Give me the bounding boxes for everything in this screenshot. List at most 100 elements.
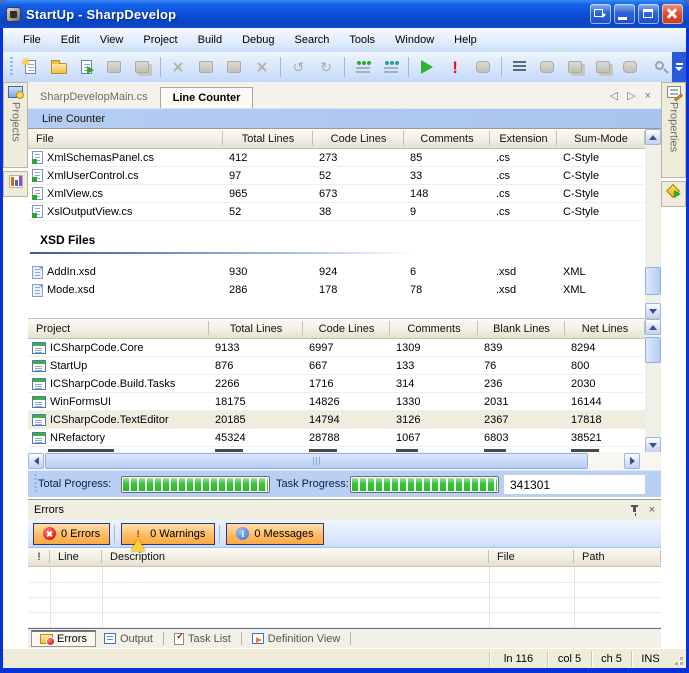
project-icon	[32, 378, 46, 390]
warnings-filter-button[interactable]: ! 0 Warnings	[121, 523, 215, 545]
col-blank-lines[interactable]: Blank Lines	[478, 323, 565, 335]
scroll-up-button[interactable]	[645, 319, 661, 335]
menu-edit[interactable]: Edit	[51, 30, 90, 50]
table-row[interactable]: XmlView.cs 965 673 148 .cs C-Style	[28, 185, 645, 203]
col-extension[interactable]: Extension	[490, 133, 557, 145]
xsd-files-section-header: XSD Files	[28, 233, 661, 249]
toolbar-separator	[344, 57, 345, 77]
tab-line-counter[interactable]: Line Counter	[160, 87, 254, 108]
close-button[interactable]	[662, 4, 683, 24]
col-code-lines[interactable]: Code Lines	[313, 133, 404, 145]
tab-errors[interactable]: Errors	[31, 630, 96, 647]
menu-build[interactable]: Build	[188, 30, 232, 50]
table-row[interactable]: Mode.xsd 286 178 78 .xsd XML	[28, 281, 645, 299]
menu-tools[interactable]: Tools	[339, 30, 385, 50]
line-numbers-button[interactable]	[509, 56, 531, 78]
pin-icon[interactable]	[630, 505, 639, 516]
xsd-file-icon	[32, 266, 43, 279]
projects-table-panel: Project Total Lines Code Lines Comments …	[28, 318, 661, 452]
toolbar-overflow-button[interactable]	[672, 52, 686, 82]
minimize-button[interactable]	[614, 4, 635, 24]
refresh-document-button[interactable]	[75, 56, 97, 78]
run-button[interactable]	[416, 56, 438, 78]
run-icon	[421, 60, 433, 74]
col-severity[interactable]: !	[28, 551, 50, 563]
uncomment-region-button[interactable]	[380, 56, 402, 78]
table-row-selected[interactable]: ICSharpCode.TextEditor 20185 14794 3126 …	[28, 411, 645, 429]
scroll-thumb[interactable]	[645, 337, 661, 363]
tool-button-disabled-3	[592, 56, 614, 78]
tab-scroll-right-icon[interactable]: ▷	[627, 89, 635, 102]
table-row[interactable]: NRefactory 45324 28788 1067 6803 38521	[28, 429, 645, 447]
col-comments[interactable]: Comments	[390, 323, 478, 335]
tab-scroll-left-icon[interactable]: ◁	[610, 89, 618, 102]
tool-button-disabled-4	[620, 56, 642, 78]
panel-close-icon[interactable]: ×	[649, 504, 655, 516]
open-file-button[interactable]	[48, 56, 70, 78]
menu-project[interactable]: Project	[133, 30, 187, 50]
errors-filter-button[interactable]: 0 Errors	[33, 523, 110, 545]
table-row[interactable]: XmlUserControl.cs 97 52 33 .cs C-Style	[28, 167, 645, 185]
col-net-lines[interactable]: Net Lines	[565, 323, 645, 335]
table-row[interactable]: StartUp 876 667 133 76 800	[28, 357, 645, 375]
sidebar-tab-classes[interactable]	[3, 171, 28, 197]
scroll-thumb[interactable]	[45, 453, 588, 469]
table-row[interactable]: AddIn.xsd 930 924 6 .xsd XML	[28, 263, 645, 281]
table-row[interactable]: ICSharpCode.Build.Tasks 2266 1716 314 23…	[28, 375, 645, 393]
tab-task-list[interactable]: ✓ Task List	[166, 631, 239, 647]
scroll-down-button[interactable]	[645, 303, 661, 318]
tab-close-icon[interactable]: ×	[645, 90, 651, 102]
scroll-thumb[interactable]	[645, 267, 661, 295]
col-file[interactable]: File	[28, 133, 223, 145]
col-sum-mode[interactable]: Sum-Mode	[557, 133, 645, 145]
messages-filter-button[interactable]: i 0 Messages	[226, 523, 323, 545]
tab-definition-view[interactable]: Definition View	[244, 631, 349, 647]
tab-sharpdevelopmain[interactable]: SharpDevelopMain.cs	[28, 86, 160, 108]
col-comments[interactable]: Comments	[404, 133, 490, 145]
projects-icon	[8, 86, 23, 98]
sidebar-tab-toolbox[interactable]	[661, 181, 686, 207]
scroll-left-button[interactable]	[28, 453, 44, 469]
col-total-lines[interactable]: Total Lines	[223, 133, 313, 145]
files-table-scrollbar[interactable]	[645, 129, 661, 318]
table-row[interactable]: ICSharpCode.Core 9133 6997 1309 839 8294	[28, 339, 645, 357]
menu-window[interactable]: Window	[385, 30, 444, 50]
resize-grip[interactable]	[669, 651, 685, 667]
build-button[interactable]: !	[444, 56, 466, 78]
menu-debug[interactable]: Debug	[232, 30, 284, 50]
status-ch: ch 5	[591, 651, 631, 667]
table-row[interactable]: XslOutputView.cs 52 38 9 .cs C-Style	[28, 203, 645, 221]
toolbar-grip[interactable]	[10, 57, 13, 77]
table-row[interactable]: XmlSchemasPanel.cs 412 273 85 .cs C-Styl…	[28, 149, 645, 167]
scroll-right-button[interactable]	[624, 453, 640, 469]
tab-output[interactable]: Output	[96, 631, 161, 647]
table-row[interactable]: WinFormsUI 18175 14826 1330 2031 16144	[28, 393, 645, 411]
search-button[interactable]	[647, 56, 669, 78]
maximize-button[interactable]	[638, 4, 659, 24]
delete-button-disabled	[251, 56, 273, 78]
menu-search[interactable]: Search	[285, 30, 340, 50]
comment-region-button[interactable]	[352, 56, 374, 78]
popout-button[interactable]	[590, 4, 611, 24]
col-project[interactable]: Project	[28, 323, 209, 335]
scroll-down-button[interactable]	[645, 437, 661, 452]
horizontal-scrollbar[interactable]	[28, 452, 661, 470]
scroll-up-button[interactable]	[645, 129, 661, 145]
new-file-button[interactable]	[20, 56, 42, 78]
bottom-tab-strip: Errors Output ✓ Task List Definition Vie…	[28, 628, 661, 648]
projects-table-scrollbar[interactable]	[645, 319, 661, 452]
col-description[interactable]: Description	[102, 551, 489, 563]
uncomment-region-icon	[384, 61, 398, 74]
col-total-lines[interactable]: Total Lines	[209, 323, 303, 335]
sidebar-tab-projects[interactable]: Projects	[3, 82, 28, 168]
sidebar-tab-properties[interactable]: Properties	[661, 82, 686, 178]
col-path[interactable]: Path	[574, 551, 661, 563]
col-file[interactable]: File	[489, 551, 574, 563]
col-line[interactable]: Line	[50, 551, 102, 563]
menu-help[interactable]: Help	[444, 30, 487, 50]
progress-band-grip[interactable]	[34, 474, 37, 494]
menu-view[interactable]: View	[90, 30, 134, 50]
title-bar[interactable]: StartUp - SharpDevelop	[0, 0, 689, 28]
menu-file[interactable]: File	[13, 30, 51, 50]
col-code-lines[interactable]: Code Lines	[303, 323, 390, 335]
